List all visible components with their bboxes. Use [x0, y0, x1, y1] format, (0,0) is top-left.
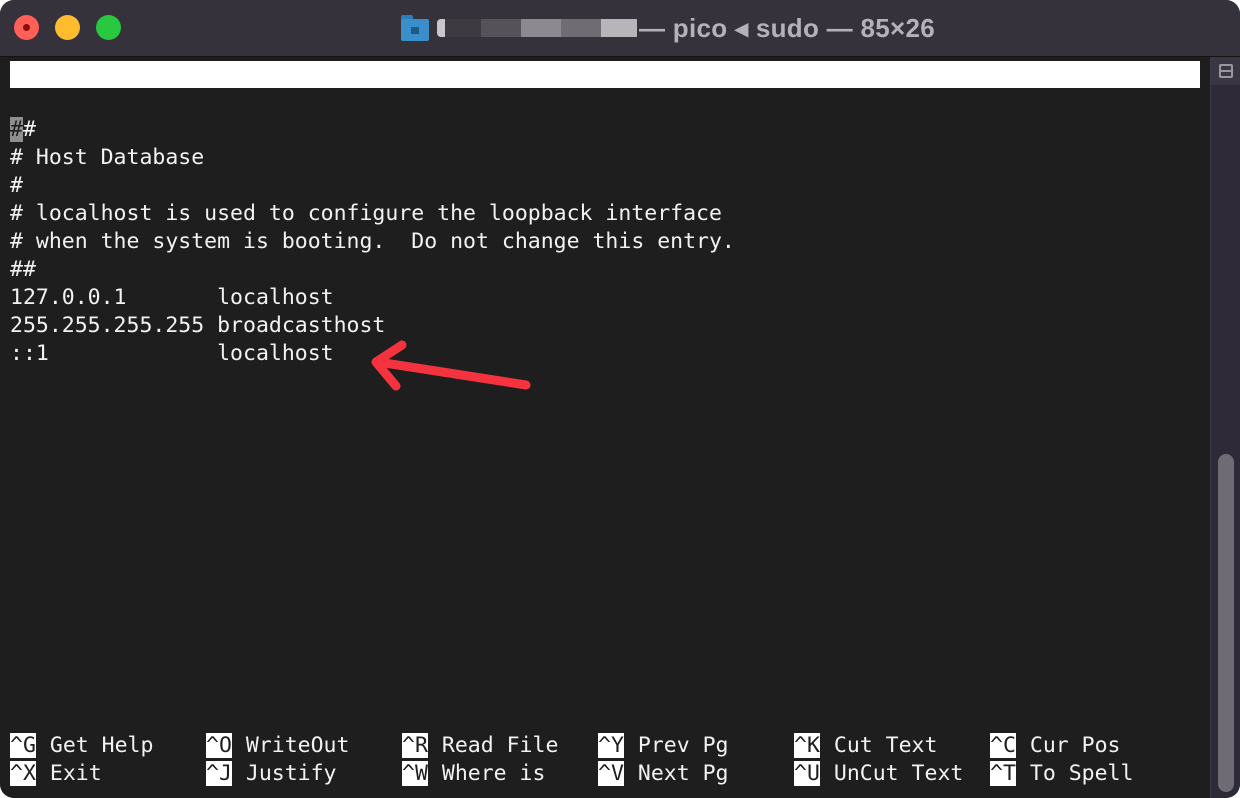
shortcut-label: To Spell: [1029, 761, 1134, 786]
shortcut-key: ^R: [402, 733, 428, 758]
shortcut-key: ^G: [10, 733, 36, 758]
shortcut-key: ^W: [402, 761, 428, 786]
text-line-6: ##: [10, 257, 36, 282]
shortcut-label: Exit: [49, 761, 102, 786]
shortcut-key: ^C: [990, 733, 1016, 758]
shortcut-get-help[interactable]: ^G Get Help: [10, 732, 153, 760]
hosts-entry-ipv6-localhost: ::1 localhost: [10, 341, 334, 366]
shortcut-label: Where is: [441, 761, 546, 786]
shortcut-label: Prev Pg: [637, 733, 729, 758]
shortcut-label: UnCut Text: [833, 761, 964, 786]
shortcut-prev-page[interactable]: ^Y Prev Pg: [598, 732, 729, 760]
split-pane-icon: [1219, 64, 1233, 78]
shortcut-exit[interactable]: ^X Exit: [10, 760, 102, 788]
shortcut-label: WriteOut: [245, 733, 350, 758]
shortcut-read-file[interactable]: ^R Read File: [402, 732, 558, 760]
folder-home-icon: [400, 15, 429, 41]
shortcut-to-spell[interactable]: ^T To Spell: [990, 760, 1133, 788]
shortcut-label: Next Pg: [637, 761, 729, 786]
shortcut-justify[interactable]: ^J Justify: [206, 760, 337, 788]
text-line-2: # Host Database: [10, 145, 205, 170]
shortcut-key: ^V: [598, 761, 624, 786]
shortcut-key: ^O: [206, 733, 232, 758]
file-path: File: /private/etc/hosts: [515, 116, 826, 141]
text-line-1: ##: [10, 117, 36, 142]
pico-header-bar: UW PICO 5.09 File: /private/etc/hosts: [10, 61, 1200, 141]
shortcut-uncut-text[interactable]: ^U UnCut Text: [794, 760, 963, 788]
terminal-window: — pico ◂ sudo — 85×26 UW PICO 5.09 File:…: [0, 0, 1240, 798]
shortcut-writeout[interactable]: ^O WriteOut: [206, 732, 349, 760]
shortcut-label: Cur Pos: [1029, 733, 1121, 758]
shortcut-label: Justify: [245, 761, 337, 786]
shortcut-where-is[interactable]: ^W Where is: [402, 760, 545, 788]
window-title: — pico ◂ sudo — 85×26: [0, 0, 1240, 56]
terminal-content[interactable]: UW PICO 5.09 File: /private/etc/hosts ##…: [0, 57, 1210, 798]
text-line-4: # localhost is used to configure the loo…: [10, 201, 722, 226]
window-title-text: — pico ◂ sudo — 85×26: [638, 12, 936, 43]
text-cursor: #: [10, 117, 23, 142]
shortcut-key: ^X: [10, 761, 36, 786]
shortcut-key: ^U: [794, 761, 820, 786]
shortcut-key: ^T: [990, 761, 1016, 786]
title-bar[interactable]: — pico ◂ sudo — 85×26: [0, 0, 1240, 57]
app-version: UW PICO 5.09: [38, 89, 194, 114]
shortcut-label: Get Help: [49, 733, 154, 758]
scrollbar-thumb[interactable]: [1218, 454, 1234, 792]
hosts-entry-broadcasthost: 255.255.255.255 broadcasthost: [10, 313, 386, 338]
shortcut-key: ^J: [206, 761, 232, 786]
vertical-scrollbar[interactable]: [1210, 57, 1240, 798]
text-line-5: # when the system is booting. Do not cha…: [10, 229, 735, 254]
shortcut-cut-text[interactable]: ^K Cut Text: [794, 732, 937, 760]
hosts-entry-ipv4-localhost: 127.0.0.1 localhost: [10, 285, 334, 310]
shortcut-label: Cut Text: [833, 733, 938, 758]
redacted-title-segment: [436, 19, 637, 37]
shortcut-cur-pos[interactable]: ^C Cur Pos: [990, 732, 1121, 760]
shortcut-key: ^Y: [598, 733, 624, 758]
shortcut-label: Read File: [441, 733, 559, 758]
shortcut-next-page[interactable]: ^V Next Pg: [598, 760, 729, 788]
text-line-3: #: [10, 173, 23, 198]
split-pane-button[interactable]: [1211, 57, 1240, 85]
shortcut-key: ^K: [794, 733, 820, 758]
